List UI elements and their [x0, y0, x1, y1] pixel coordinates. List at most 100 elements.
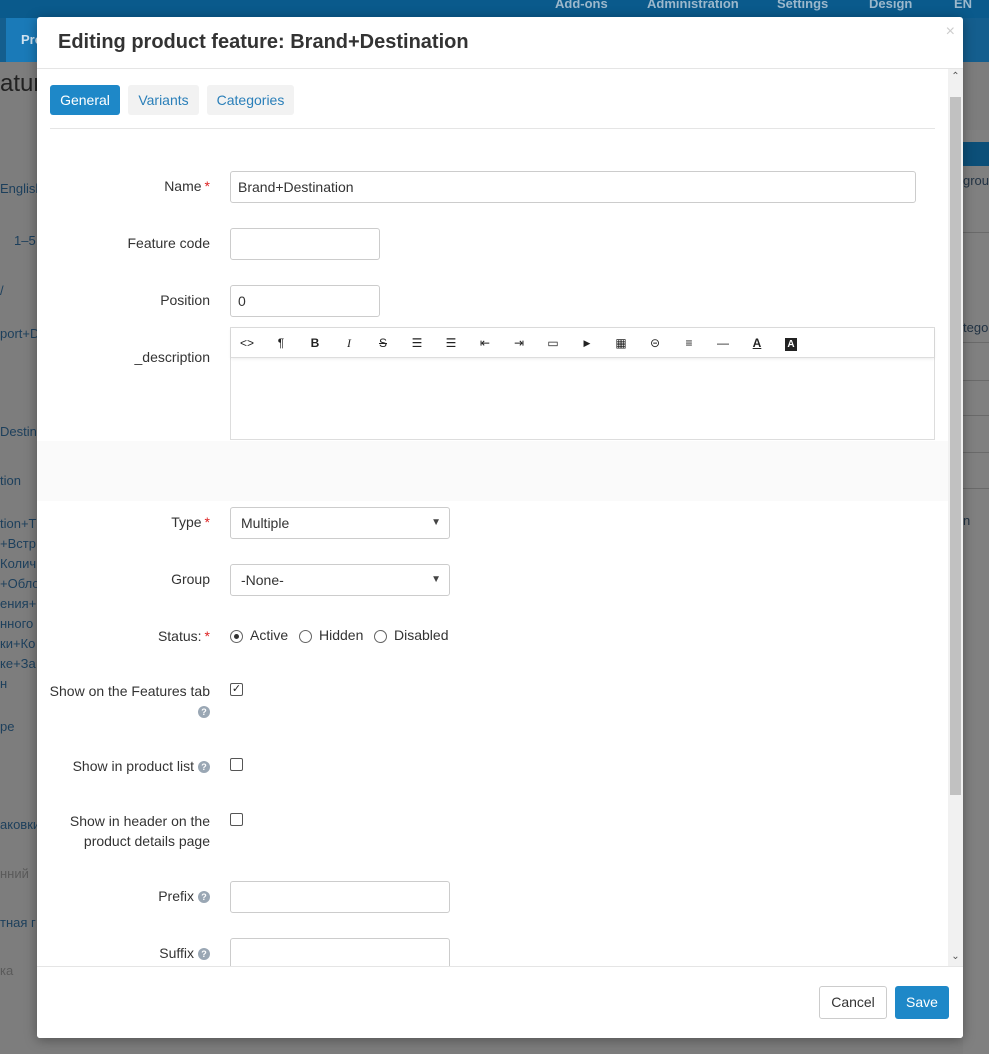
dialog-header: Editing product feature: Brand+Destinati…	[37, 17, 963, 69]
group-label: Group	[171, 571, 210, 587]
edit-feature-dialog: Editing product feature: Brand+Destinati…	[37, 17, 963, 1038]
group-select[interactable]: -None- ▼	[230, 564, 450, 596]
indent-icon[interactable]: ⇥	[509, 334, 529, 352]
scrollbar-thumb[interactable]	[950, 97, 961, 795]
outdent-icon[interactable]: ⇤	[475, 334, 495, 352]
status-disabled-radio[interactable]	[374, 630, 387, 643]
bg-item: аковки	[0, 817, 41, 832]
suffix-label: Suffix?	[37, 943, 210, 963]
bold-icon[interactable]: B	[305, 334, 325, 352]
required-mark: *	[204, 178, 210, 194]
link-icon[interactable]: ⊝	[645, 334, 665, 352]
name-label: Name *	[164, 178, 210, 194]
video-icon[interactable]: ▶	[577, 334, 597, 352]
help-icon[interactable]: ?	[198, 891, 210, 903]
required-mark: *	[204, 514, 210, 530]
font-color-icon[interactable]: A	[747, 334, 767, 352]
name-input[interactable]: Brand+Destination	[230, 171, 916, 203]
menu-addons[interactable]: Add-ons	[555, 0, 608, 11]
bg-item: port+D	[0, 326, 40, 341]
table-icon[interactable]: ▦	[611, 334, 631, 352]
bg-item: ения+	[0, 596, 37, 611]
bg-right-item: tego	[963, 320, 989, 335]
type-value: Multiple	[241, 515, 290, 531]
bg-item: н	[0, 676, 8, 691]
help-icon[interactable]: ?	[198, 761, 210, 773]
status-active-radio[interactable]	[230, 630, 243, 643]
bg-item: ки+Ко	[0, 636, 36, 651]
divider	[963, 488, 989, 489]
bg-item: нний	[0, 866, 29, 881]
prefix-label: Prefix?	[37, 886, 210, 906]
bg-item: tion+T	[0, 516, 37, 531]
bg-item: Destin	[0, 424, 37, 439]
tab-categories[interactable]: Categories	[207, 85, 294, 115]
dialog-title: Editing product feature: Brand+Destinati…	[58, 31, 469, 53]
image-icon[interactable]: ▭	[543, 334, 563, 352]
show-in-header-checkbox[interactable]	[230, 813, 243, 826]
help-icon[interactable]: ?	[198, 706, 210, 718]
bg-pagination: 1–5	[14, 233, 36, 248]
divider	[963, 415, 989, 416]
ordered-list-icon[interactable]: ☰	[441, 334, 461, 352]
italic-icon[interactable]: I	[339, 334, 359, 352]
show-in-product-list-label: Show in product list?	[37, 756, 210, 776]
prefix-input[interactable]	[230, 881, 450, 913]
divider	[963, 380, 989, 381]
background-color-icon[interactable]: A	[785, 338, 797, 351]
description-label: _description	[134, 349, 211, 365]
description-editor: <> ¶ B I S ☰ ☰ ⇤ ⇥ ▭ ▶ ▦ ⊝ ≡ — A A	[230, 327, 935, 440]
bg-right-item: grou	[963, 173, 989, 188]
feature-code-input[interactable]	[230, 228, 380, 260]
align-icon[interactable]: ≡	[679, 334, 699, 352]
bg-item: pe	[0, 719, 15, 734]
editor-toolbar: <> ¶ B I S ☰ ☰ ⇤ ⇥ ▭ ▶ ▦ ⊝ ≡ — A A	[231, 328, 934, 358]
strikethrough-icon[interactable]: S	[373, 334, 393, 352]
status-hidden-label[interactable]: Hidden	[319, 625, 363, 645]
group-value: -None-	[241, 572, 284, 588]
required-mark: *	[204, 628, 210, 644]
html-icon[interactable]: <>	[237, 334, 257, 352]
show-on-features-tab-label: Show on the Features tab ?	[49, 683, 210, 718]
close-icon[interactable]: ×	[946, 23, 955, 41]
position-input[interactable]: 0	[230, 285, 380, 317]
dialog-body: General Variants Categories Name * Brand+…	[37, 69, 963, 966]
menu-settings[interactable]: Settings	[777, 0, 828, 11]
bg-item: ке+За	[0, 656, 36, 671]
admin-top-menu: Add-ons Administration Settings Design E…	[0, 0, 989, 18]
save-button[interactable]: Save	[895, 986, 949, 1019]
bg-item: +Обло	[0, 576, 40, 591]
description-textarea[interactable]	[231, 359, 934, 439]
cancel-button[interactable]: Cancel	[819, 986, 887, 1019]
bg-right-header	[963, 142, 989, 166]
show-in-product-list-checkbox[interactable]	[230, 758, 243, 771]
show-on-features-tab-checkbox[interactable]: ✓	[230, 683, 243, 696]
type-label: Type *	[171, 514, 210, 530]
bg-item: тная г	[0, 915, 36, 930]
bg-right-panel	[963, 130, 989, 1054]
type-select[interactable]: Multiple ▼	[230, 507, 450, 539]
scroll-up-icon[interactable]: ⌃	[948, 69, 963, 85]
bg-item: /	[0, 283, 4, 298]
feature-code-label: Feature code	[127, 235, 211, 251]
menu-design[interactable]: Design	[869, 0, 912, 11]
paragraph-icon[interactable]: ¶	[271, 334, 291, 352]
scroll-down-icon[interactable]: ⌄	[948, 949, 963, 965]
status-active-label[interactable]: Active	[250, 625, 288, 645]
tab-general[interactable]: General	[50, 85, 120, 115]
unordered-list-icon[interactable]: ☰	[407, 334, 427, 352]
tab-variants[interactable]: Variants	[128, 85, 199, 115]
status-disabled-label[interactable]: Disabled	[394, 625, 448, 645]
bg-item: +Встр	[0, 536, 36, 551]
horizontal-rule-icon[interactable]: —	[713, 334, 733, 352]
status-hidden-radio[interactable]	[299, 630, 312, 643]
help-icon[interactable]: ?	[198, 948, 210, 960]
divider	[963, 342, 989, 343]
bg-item: Колич	[0, 556, 37, 571]
divider	[963, 232, 989, 233]
chevron-down-icon: ▼	[431, 574, 441, 585]
menu-language[interactable]: EN	[954, 0, 972, 11]
menu-administration[interactable]: Administration	[647, 0, 739, 11]
dialog-footer: Cancel Save	[37, 966, 963, 1038]
suffix-input[interactable]	[230, 938, 450, 966]
